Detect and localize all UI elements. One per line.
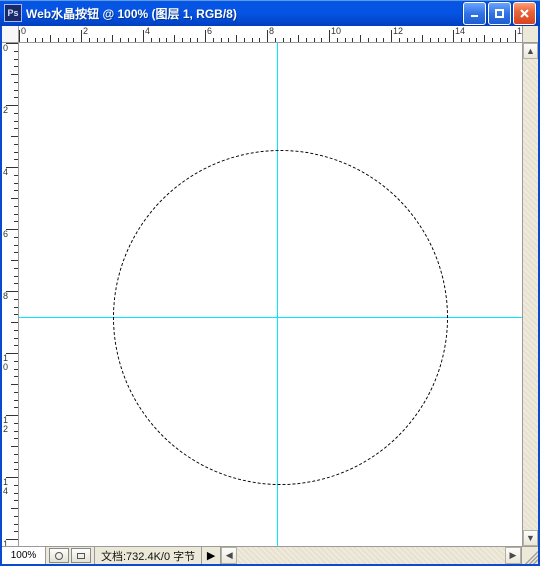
ruler-v-label: 8 [3,292,8,301]
canvas[interactable] [19,43,522,546]
ruler-h-end [522,26,538,43]
ruler-h-label: 2 [83,26,88,36]
preview-mode-1-button[interactable] [49,548,69,563]
maximize-button[interactable] [488,2,511,25]
document-window: 0 2 4 6 8 10 12 14 16 0 2 4 6 8 10 12 14 16 ▲ ▼ 100% 文档:… [0,26,540,566]
ruler-h-label: 16 [517,26,522,36]
window-titlebar[interactable]: Ps Web水晶按钮 @ 100% (图层 1, RGB/8) [0,0,540,26]
status-doc-info: 文档:732.4K/0 字节 [95,547,202,564]
ruler-origin-toggle[interactable] [2,26,19,43]
scroll-down-button[interactable]: ▼ [523,530,538,546]
status-menu-button[interactable]: ▶ [202,547,221,564]
scroll-up-button[interactable]: ▲ [523,43,538,59]
ruler-h-label: 10 [331,26,341,36]
ruler-horizontal[interactable]: 0 2 4 6 8 10 12 14 16 [19,26,522,43]
ruler-v-label: 4 [3,168,8,177]
ruler-h-label: 8 [269,26,274,36]
window-title: Web水晶按钮 @ 100% (图层 1, RGB/8) [26,5,237,22]
app-icon: Ps [4,4,22,22]
ruler-v-label: 16 [3,540,8,546]
ruler-v-label: 12 [3,416,8,434]
scroll-right-button[interactable]: ▶ [505,547,521,564]
scroll-left-button[interactable]: ◀ [221,547,237,564]
ruler-h-label: 6 [207,26,212,36]
close-button[interactable] [513,2,536,25]
ruler-v-label: 14 [3,478,8,496]
ruler-h-label: 4 [145,26,150,36]
ruler-v-label: 6 [3,230,8,239]
zoom-input[interactable]: 100% [2,547,46,564]
preview-mode-2-button[interactable] [71,548,91,563]
ruler-vertical[interactable]: 0 2 4 6 8 10 12 14 16 [2,43,19,546]
ruler-h-label: 0 [21,26,26,36]
scroll-h-track[interactable] [237,547,505,564]
minimize-button[interactable] [463,2,486,25]
selection-marquee [113,150,448,485]
ruler-h-label: 12 [393,26,403,36]
ruler-v-label: 2 [3,106,8,115]
scrollbar-vertical[interactable]: ▲ ▼ [522,43,538,546]
preview-button-group [46,547,95,564]
ruler-v-label: 10 [3,354,8,372]
ruler-h-label: 14 [455,26,465,36]
scrollbar-horizontal[interactable]: ◀ ▶ [221,547,521,564]
resize-grip[interactable] [521,547,538,564]
scroll-v-track[interactable] [523,59,538,530]
ruler-v-label: 0 [3,44,8,53]
